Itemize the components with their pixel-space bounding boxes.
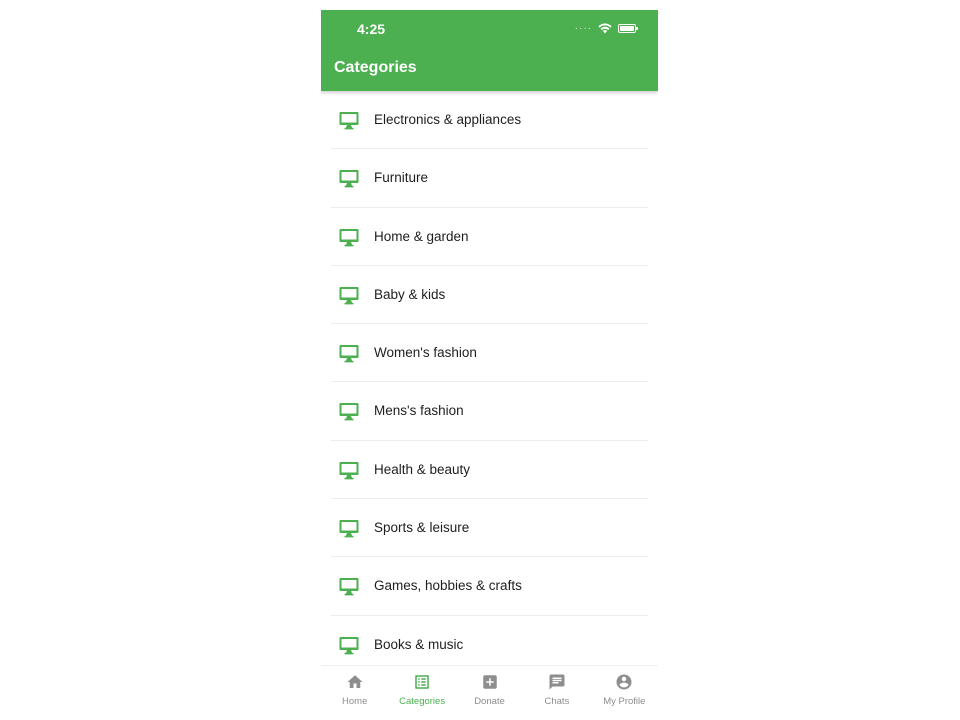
desktop-monitor-icon xyxy=(339,402,359,421)
category-label: Baby & kids xyxy=(374,286,446,302)
status-time: 4:25 xyxy=(357,21,386,37)
desktop-monitor-icon xyxy=(339,228,359,247)
tab-home[interactable]: Home xyxy=(321,666,388,720)
tab-donate[interactable]: Donate xyxy=(456,666,523,720)
status-indicators: ···· xyxy=(574,22,638,34)
category-row[interactable]: Women's fashion xyxy=(331,324,648,383)
category-row[interactable]: Games, hobbies & crafts xyxy=(331,557,648,616)
tab-categories[interactable]: Categories xyxy=(388,666,455,720)
category-row[interactable]: Electronics & appliances xyxy=(331,91,648,150)
category-label: Games, hobbies & crafts xyxy=(374,578,522,594)
desktop-monitor-icon xyxy=(339,344,359,363)
category-row[interactable]: Books & music xyxy=(331,616,648,665)
category-label: Home & garden xyxy=(374,228,469,244)
tab-label: My Profile xyxy=(603,696,646,707)
category-row[interactable]: Health & beauty xyxy=(331,441,648,500)
desktop-monitor-icon xyxy=(339,577,359,596)
category-label: Electronics & appliances xyxy=(374,112,522,127)
category-label: Furniture xyxy=(374,170,429,186)
tab-label: Chats xyxy=(544,696,570,707)
page-title: Categories xyxy=(334,59,417,76)
category-row[interactable]: Furniture xyxy=(331,149,648,208)
signal-dots-icon: ···· xyxy=(574,22,592,34)
category-row[interactable]: Home & garden xyxy=(331,208,648,266)
category-label: Health & beauty xyxy=(374,461,471,477)
battery-icon xyxy=(618,24,638,33)
desktop-monitor-icon xyxy=(339,169,359,188)
category-label: Women's fashion xyxy=(374,345,477,361)
desktop-monitor-icon xyxy=(339,461,359,480)
wifi-icon xyxy=(598,23,612,34)
app-screen: 4:25 ···· Categories Electronics & appli… xyxy=(321,10,658,720)
tab-label: Donate xyxy=(474,696,505,707)
tab-label: Home xyxy=(342,696,368,707)
app-header: 4:25 ···· Categories xyxy=(321,10,658,91)
category-row[interactable]: Mens's fashion xyxy=(331,382,648,441)
category-row[interactable]: Sports & leisure xyxy=(331,499,648,558)
category-row[interactable]: Baby & kids xyxy=(331,266,648,325)
category-label: Books & music xyxy=(374,636,464,652)
desktop-monitor-icon xyxy=(339,519,359,538)
tab-chats[interactable]: Chats xyxy=(523,666,590,720)
chat-icon xyxy=(549,674,565,690)
tab-label: Categories xyxy=(399,696,446,707)
desktop-monitor-icon xyxy=(339,111,359,130)
account-circle-icon xyxy=(616,674,632,690)
home-icon xyxy=(347,675,363,688)
desktop-monitor-icon xyxy=(339,636,359,655)
category-list[interactable]: Electronics & appliances Furniture Home & … xyxy=(321,91,658,665)
add-box-icon xyxy=(482,675,497,689)
bottom-tab-bar: Home Categories Donate Chats My Profile xyxy=(321,665,658,720)
list-alt-icon xyxy=(415,675,429,689)
category-label: Sports & leisure xyxy=(374,520,470,536)
category-label: Mens's fashion xyxy=(374,403,464,419)
tab-my-profile[interactable]: My Profile xyxy=(591,666,658,720)
desktop-monitor-icon xyxy=(339,286,359,305)
